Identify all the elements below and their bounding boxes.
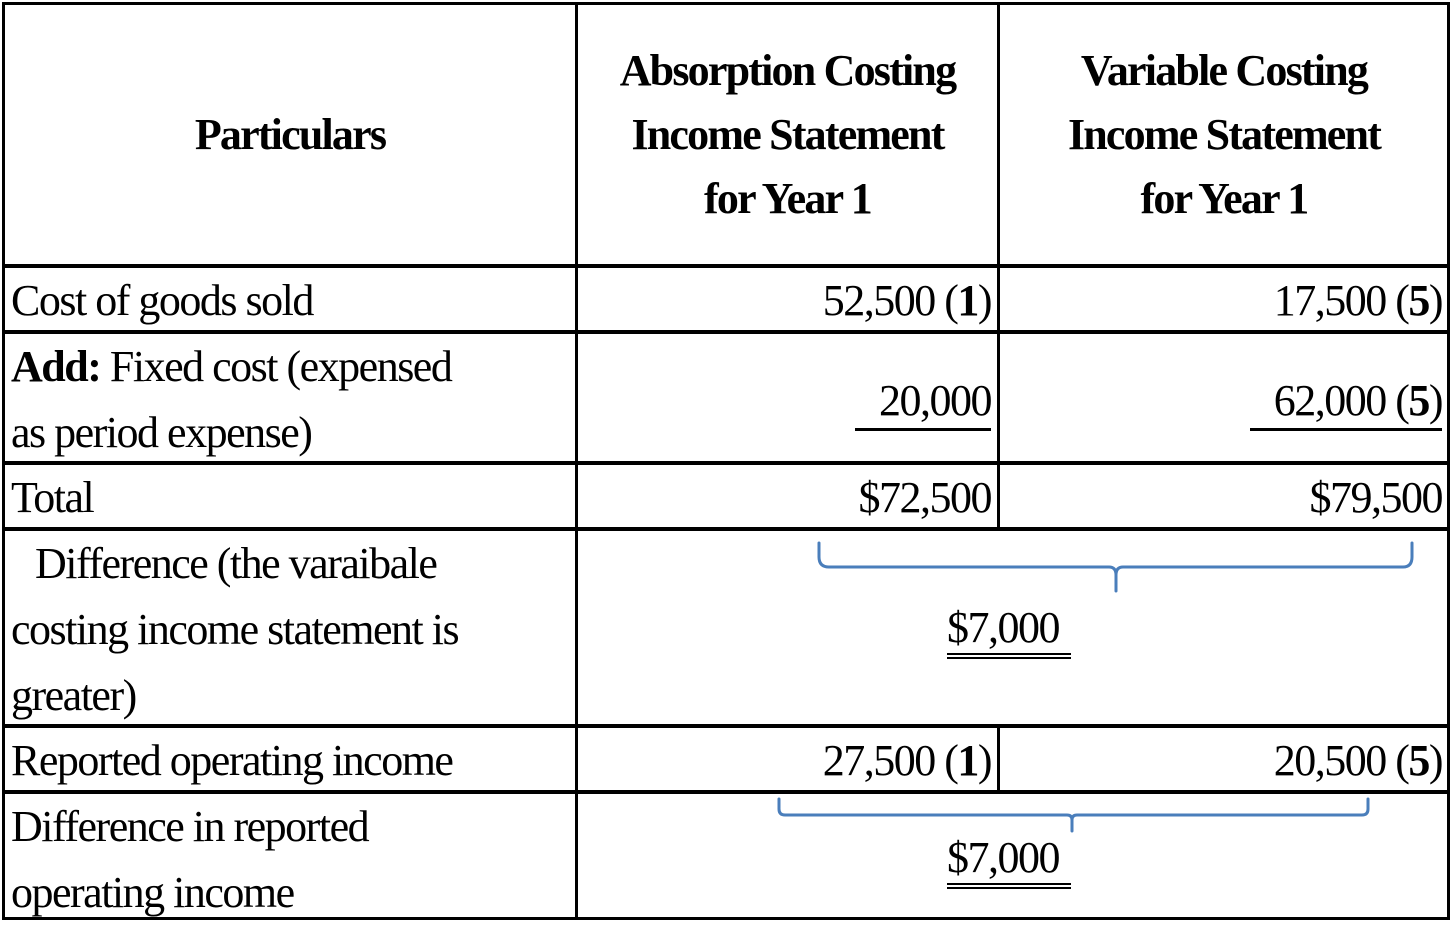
value: 52,500 [822, 276, 937, 325]
row-label-operating-income: Reported operating income [11, 736, 454, 785]
row-label-cogs: Cost of goods sold [11, 276, 314, 325]
operating-income-variable-value: 20,500 (5) [1273, 736, 1444, 785]
row-label-operating-difference: Difference in reported operating income [5, 794, 575, 918]
bracket-icon [817, 541, 1414, 593]
value: 20,500 [1273, 736, 1388, 785]
fixed-variable-value: 62,000 (5) [1000, 334, 1448, 461]
value-underlined: 20,000 [855, 374, 993, 431]
header-line: Absorption Costing [619, 45, 957, 95]
cogs-absorption-value: 52,500 (1) [822, 276, 993, 325]
operating-difference-value: $7,000 [947, 833, 1071, 889]
bracket-path [817, 541, 1414, 593]
value: 17,500 [1273, 276, 1388, 325]
label-text: costing income statement is [11, 605, 460, 654]
header-line: Variable Costing [1080, 45, 1369, 95]
total-absorption-value: $72,500 [858, 473, 993, 522]
label-text: operating income [11, 868, 295, 917]
reference-number: 1 [957, 736, 979, 785]
operating-difference-value-cell: $7,000 [578, 825, 1448, 895]
difference-value: $7,000 [947, 603, 1071, 659]
row-label-difference: Difference (the varaibale costing income… [5, 531, 575, 724]
value-underlined: 62,000 (5) [1249, 374, 1444, 431]
value: 27,500 [822, 736, 937, 785]
label-text: greater) [11, 671, 137, 720]
header-absorption-costing: Absorption Costing Income Statement for … [578, 5, 997, 264]
difference-value-cell: $7,000 [578, 595, 1448, 665]
reference-number: 1 [957, 276, 979, 325]
income-statement-table: Particulars Absorption Costing Income St… [2, 2, 1450, 920]
operating-income-absorption-value: 27,500 (1) [822, 736, 993, 785]
reference-number: 5 [1408, 376, 1430, 425]
reference-number: 5 [1408, 736, 1430, 785]
label-text: as period expense) [11, 408, 313, 457]
reference-number: 5 [1408, 276, 1430, 325]
cogs-variable-value: 17,500 (5) [1273, 276, 1444, 325]
header-particulars: Particulars [5, 5, 575, 264]
fixed-absorption-value: 20,000 [578, 334, 997, 461]
total-variable-value: $79,500 [1309, 473, 1444, 522]
value: 62,000 [1273, 376, 1388, 425]
header-particulars-text: Particulars [194, 109, 387, 159]
row-label-fixed-cost: Add: Fixed cost (expensed as period expe… [5, 334, 575, 461]
header-line: Income Statement [631, 109, 945, 159]
add-label: Add: [11, 342, 102, 391]
header-line: for Year 1 [1140, 173, 1310, 223]
header-variable-costing: Variable Costing Income Statement for Ye… [1000, 5, 1448, 264]
label-text: Difference in reported [11, 802, 370, 851]
row-label-total: Total [11, 473, 95, 522]
label-text: Fixed cost (expensed [100, 342, 453, 391]
header-line: for Year 1 [704, 173, 873, 223]
header-line: Income Statement [1067, 109, 1382, 159]
label-text: Difference (the varaibale [35, 539, 438, 588]
